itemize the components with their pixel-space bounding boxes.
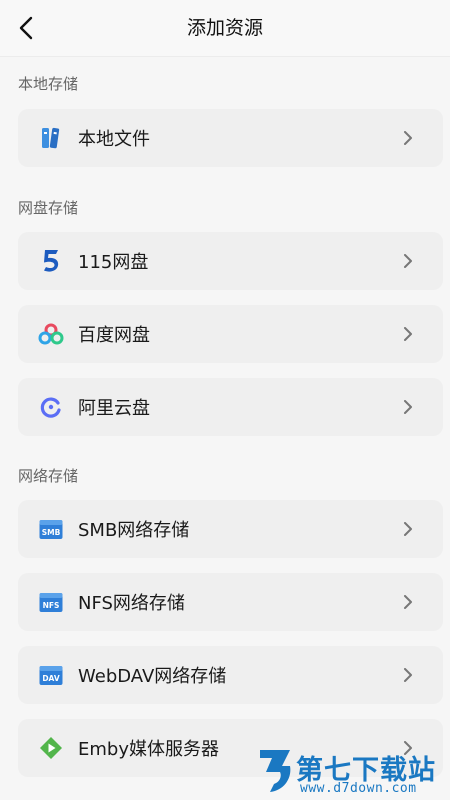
pan-115-icon xyxy=(38,248,64,274)
watermark-url: www.d7down.com xyxy=(300,781,417,796)
top-bar: 添加资源 xyxy=(0,0,450,57)
item-smb-storage[interactable]: SMB SMB网络存储 xyxy=(18,500,443,558)
item-label: WebDAV网络存储 xyxy=(78,666,227,687)
item-label: 115网盘 xyxy=(78,252,149,273)
item-label: 本地文件 xyxy=(78,129,150,150)
section-network-storage: 网络存储 xyxy=(18,467,79,485)
baidu-pan-icon xyxy=(38,321,64,347)
item-local-files[interactable]: 本地文件 xyxy=(18,109,443,167)
webdav-icon: DAV xyxy=(38,662,64,688)
watermark-logo-icon xyxy=(256,746,294,794)
section-local-storage: 本地存储 xyxy=(18,75,79,93)
chevron-right-icon xyxy=(403,595,417,609)
item-nfs-storage[interactable]: NFS NFS网络存储 xyxy=(18,573,443,631)
chevron-right-icon xyxy=(403,131,417,145)
item-label: 阿里云盘 xyxy=(78,398,150,419)
nfs-icon: NFS xyxy=(38,589,64,615)
smb-icon-text: SMB xyxy=(42,528,61,537)
item-aliyun-drive[interactable]: 阿里云盘 xyxy=(18,378,443,436)
watermark: 第七下载站 www.d7down.com xyxy=(256,744,450,800)
local-files-icon xyxy=(38,125,64,151)
nfs-icon-text: NFS xyxy=(43,601,60,610)
item-webdav-storage[interactable]: DAV WebDAV网络存储 xyxy=(18,646,443,704)
emby-icon xyxy=(38,735,64,761)
aliyun-drive-icon xyxy=(38,394,64,420)
smb-icon: SMB xyxy=(38,516,64,542)
item-baidu-pan[interactable]: 百度网盘 xyxy=(18,305,443,363)
chevron-right-icon xyxy=(403,327,417,341)
section-cloud-storage: 网盘存储 xyxy=(18,199,79,217)
chevron-right-icon xyxy=(403,522,417,536)
webdav-icon-text: DAV xyxy=(42,674,60,683)
page-title: 添加资源 xyxy=(186,17,263,39)
item-115-pan[interactable]: 115网盘 xyxy=(18,232,443,290)
item-label: 百度网盘 xyxy=(78,325,150,346)
chevron-right-icon xyxy=(403,400,417,414)
item-label: NFS网络存储 xyxy=(78,593,185,614)
chevron-right-icon xyxy=(403,668,417,682)
chevron-right-icon xyxy=(403,254,417,268)
item-label: SMB网络存储 xyxy=(78,520,190,541)
